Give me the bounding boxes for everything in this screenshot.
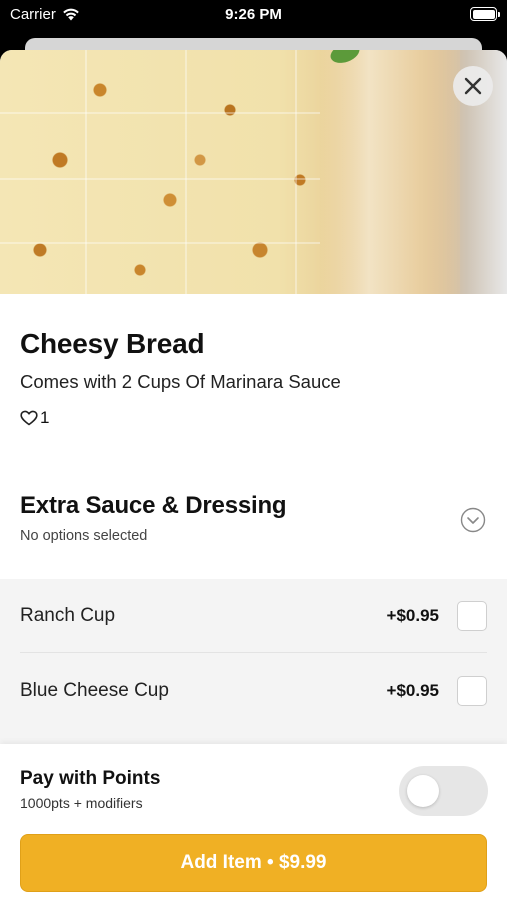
- close-icon: [464, 77, 482, 95]
- slice-cut: [85, 50, 87, 294]
- toggle-knob: [407, 775, 439, 807]
- checkout-footer: Pay with Points 1000pts + modifiers Add …: [0, 744, 507, 900]
- option-price: +$0.95: [386, 605, 439, 625]
- slice-cut: [185, 50, 187, 294]
- pay-with-points-toggle[interactable]: [399, 766, 488, 816]
- battery-icon: [470, 7, 500, 21]
- option-price: +$0.95: [386, 681, 439, 700]
- item-title: Cheesy Bread: [20, 328, 205, 359]
- option-name: Ranch Cup: [20, 604, 116, 626]
- heart-outline-icon: [20, 410, 38, 426]
- add-item-button[interactable]: Add Item • $9.99: [20, 834, 487, 892]
- modifier-options-list: Ranch Cup +$0.95 Blue Cheese Cup +$0.95: [0, 579, 507, 744]
- option-checkbox[interactable]: [457, 600, 487, 631]
- item-detail-sheet: Cheesy Bread Comes with 2 Cups Of Marina…: [0, 50, 507, 900]
- like-button[interactable]: 1: [20, 408, 49, 428]
- slice-cut: [0, 112, 320, 114]
- option-row-blue-cheese-cup[interactable]: Blue Cheese Cup +$0.95: [20, 654, 487, 728]
- slice-cut: [0, 242, 320, 244]
- like-count: 1: [40, 408, 50, 427]
- modifier-group-status: No options selected: [20, 528, 148, 544]
- option-name: Blue Cheese Cup: [20, 680, 169, 701]
- item-description: Comes with 2 Cups Of Marinara Sauce: [20, 371, 341, 392]
- pay-with-points-label: Pay with Points: [20, 768, 161, 789]
- chevron-down-circle-icon[interactable]: [460, 507, 486, 533]
- modifier-group-title: Extra Sauce & Dressing: [20, 492, 287, 519]
- close-button[interactable]: [453, 66, 493, 106]
- option-row-ranch-cup[interactable]: Ranch Cup +$0.95: [20, 579, 487, 653]
- status-time: 9:26 PM: [225, 6, 282, 23]
- points-cost: 1000pts + modifiers: [20, 795, 143, 811]
- slice-cut: [295, 50, 297, 294]
- option-checkbox[interactable]: [457, 676, 487, 706]
- status-bar: Carrier 9:26 PM: [0, 0, 507, 30]
- slice-cut: [0, 178, 320, 180]
- cheesy-bread-photo: [0, 50, 507, 294]
- crust-shading: [320, 50, 460, 294]
